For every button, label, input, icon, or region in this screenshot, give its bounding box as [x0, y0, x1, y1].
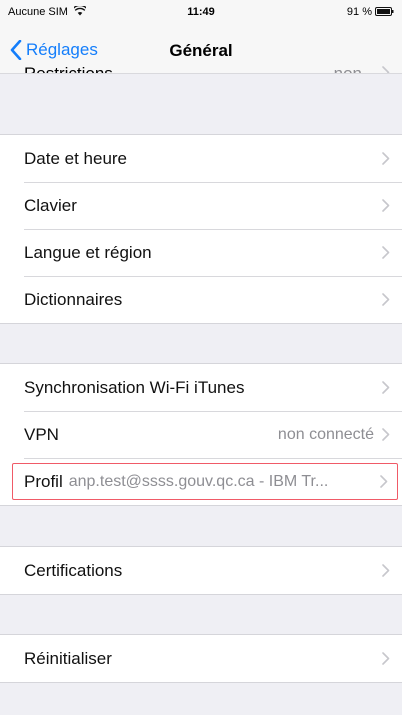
chevron-right-icon: [382, 381, 390, 394]
row-reset[interactable]: Réinitialiser: [0, 635, 402, 682]
status-bar: Aucune SIM 11:49 91 %: [0, 0, 402, 24]
row-label: Synchronisation Wi-Fi iTunes: [24, 377, 245, 397]
row-label: Réinitialiser: [24, 648, 112, 668]
chevron-right-icon: [380, 475, 388, 488]
row-date-time[interactable]: Date et heure: [0, 135, 402, 182]
settings-group-certifications: Certifications: [0, 546, 402, 595]
row-keyboard[interactable]: Clavier: [0, 182, 402, 229]
restrictions-row[interactable]: Restrictions non: [0, 45, 402, 73]
row-dictionaries[interactable]: Dictionnaires: [0, 276, 402, 323]
row-label: Langue et région: [24, 242, 152, 262]
chevron-right-icon: [382, 152, 390, 165]
battery-percent: 91 %: [346, 6, 372, 18]
chevron-right-icon: [382, 66, 390, 73]
top-bar: Aucune SIM 11:49 91 % Réglages Général R…: [0, 0, 402, 74]
carrier-label: Aucune SIM: [8, 6, 68, 18]
clock-label: 11:49: [187, 6, 215, 18]
settings-group-reset: Réinitialiser: [0, 634, 402, 683]
settings-group-sync: Synchronisation Wi-Fi iTunes VPN non con…: [0, 363, 402, 506]
row-language-region[interactable]: Langue et région: [0, 229, 402, 276]
row-label: Date et heure: [24, 148, 128, 168]
row-certifications[interactable]: Certifications: [0, 547, 402, 594]
restrictions-label: Restrictions: [24, 64, 113, 74]
chevron-right-icon: [382, 293, 390, 306]
chevron-right-icon: [382, 564, 390, 577]
row-label: Dictionnaires: [24, 289, 123, 309]
profile-label: Profil: [24, 471, 63, 491]
chevron-right-icon: [382, 246, 390, 259]
row-label: VPN: [24, 424, 59, 444]
battery-icon: [375, 7, 394, 16]
chevron-right-icon: [382, 199, 390, 212]
profile-value: anp.test@ssss.gouv.qc.ca - IBM Tr...: [68, 472, 329, 490]
chevron-right-icon: [382, 428, 390, 441]
chevron-right-icon: [382, 652, 390, 665]
settings-list: Date et heure Clavier Langue et région D…: [0, 73, 402, 683]
settings-group-general: Date et heure Clavier Langue et région D…: [0, 134, 402, 324]
row-profile[interactable]: Profil anp.test@ssss.gouv.qc.ca - IBM Tr…: [12, 463, 398, 500]
wifi-icon: [74, 6, 86, 16]
row-vpn[interactable]: VPN non connecté: [0, 411, 402, 458]
vpn-status: non connecté: [277, 425, 374, 443]
row-label: Certifications: [24, 560, 123, 580]
row-label: Clavier: [24, 195, 77, 215]
profile-row-wrapper: Profil anp.test@ssss.gouv.qc.ca - IBM Tr…: [0, 458, 402, 505]
row-itunes-wifi-sync[interactable]: Synchronisation Wi-Fi iTunes: [0, 364, 402, 411]
restrictions-value: non: [333, 64, 362, 74]
